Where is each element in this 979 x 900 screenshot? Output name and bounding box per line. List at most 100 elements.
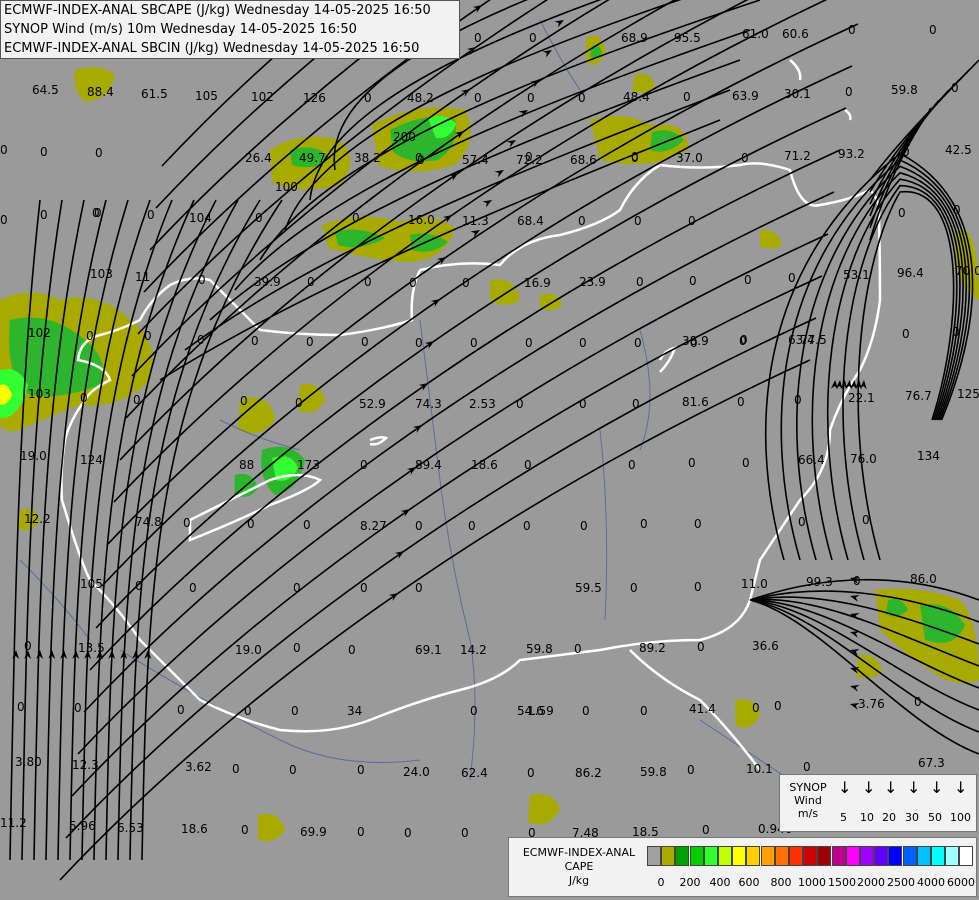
wind-legend: SYNOP Wind m/s ↓ ↓ ↓ ↓ ↓ ↓ 5 10 20 30 50… <box>779 774 977 832</box>
value-label: 0 <box>135 579 143 593</box>
value-label: 105 <box>195 89 218 103</box>
value-label: 0 <box>415 519 423 533</box>
cape-area <box>760 229 782 249</box>
streamline-arrow-icon <box>850 594 860 602</box>
map-canvas[interactable] <box>0 0 979 900</box>
cape-tick-label: 1000 <box>798 876 826 889</box>
value-label: 103 <box>28 387 51 401</box>
value-label: 96.4 <box>897 266 924 280</box>
wind-arrow-icon: ↓ <box>862 778 876 797</box>
value-label: 0 <box>929 23 937 37</box>
value-label: 68.9 <box>621 31 648 45</box>
cape-tick-label: 400 <box>709 876 731 889</box>
value-label: 0 <box>251 334 259 348</box>
value-label: 102 <box>28 326 51 340</box>
cape-tick-label: 0 <box>657 876 665 889</box>
value-label: 0 <box>628 458 636 472</box>
cape-color-swatch <box>718 846 732 866</box>
value-label: 0 <box>579 397 587 411</box>
wind-arrow-icon: ↓ <box>838 778 852 797</box>
wind-legend-value: 30 <box>905 811 919 824</box>
value-label: 11.3 <box>462 214 489 228</box>
streamline <box>796 165 968 561</box>
cape-tick-label: 6000 <box>947 876 975 889</box>
value-label: 0 <box>634 336 642 350</box>
value-label: 0 <box>470 704 478 718</box>
value-label: 0 <box>189 581 197 595</box>
value-label: 72.2 <box>516 153 543 167</box>
value-label: 42.5 <box>945 143 972 157</box>
cape-tick-label: 800 <box>770 876 792 889</box>
value-label: 69.9 <box>300 825 327 839</box>
value-label: 0 <box>741 151 749 165</box>
value-label: 0 <box>582 704 590 718</box>
streamline-arrow-icon <box>48 650 56 660</box>
value-label: 0 <box>524 458 532 472</box>
value-label: 24.0 <box>403 765 430 779</box>
value-label: 61.5 <box>141 87 168 101</box>
value-label: 81.6 <box>682 395 709 409</box>
value-label: 0 <box>293 581 301 595</box>
value-label: 0 <box>462 276 470 290</box>
value-label: 0 <box>527 766 535 780</box>
value-label: 0 <box>898 206 906 220</box>
value-label: 3.80 <box>15 755 42 769</box>
wind-legend-value: 20 <box>882 811 896 824</box>
value-label: 71.2 <box>784 149 811 163</box>
value-label: 124 <box>80 453 103 467</box>
cape-area <box>258 814 285 842</box>
map-view[interactable]: 35.50068.995.561.060.60064.588.461.51051… <box>0 0 979 900</box>
title-box: ECMWF-INDEX-ANAL SBCAPE (J/kg) Wednesday… <box>0 0 460 59</box>
value-label: 88.4 <box>87 85 114 99</box>
value-label: 3.76 <box>858 697 885 711</box>
value-label: 0 <box>468 519 476 533</box>
cape-color-swatch <box>774 846 789 866</box>
value-label: 0 <box>307 275 315 289</box>
value-label: 86.2 <box>575 766 602 780</box>
wind-arrow-icon: ↓ <box>954 778 968 797</box>
value-label: 88 <box>239 458 255 472</box>
value-label: 18.6 <box>471 458 498 472</box>
value-label: 3.62 <box>185 760 212 774</box>
value-label: 61.0 <box>742 27 769 41</box>
cape-color-swatch <box>746 846 761 866</box>
value-label: 11.2 <box>0 816 27 830</box>
streamline <box>119 0 749 461</box>
value-label: 0 <box>40 208 48 222</box>
value-label: 59.5 <box>575 581 602 595</box>
value-label: 0 <box>198 273 206 287</box>
value-label: 0 <box>86 329 94 343</box>
value-label: 11.0 <box>741 577 768 591</box>
value-label: 0 <box>17 700 25 714</box>
value-label: 64.5 <box>32 83 59 97</box>
streamline <box>83 191 835 713</box>
value-label: 13.5 <box>78 641 105 655</box>
value-label: 89.2 <box>639 641 666 655</box>
value-label: 0 <box>144 329 152 343</box>
value-label: 0 <box>697 640 705 654</box>
value-label: 0 <box>523 519 531 533</box>
value-label: 0 <box>291 704 299 718</box>
value-label: 0 <box>952 325 960 339</box>
value-label: 0 <box>364 91 372 105</box>
value-label: 0 <box>232 762 240 776</box>
wind-legend-value: 10 <box>860 811 874 824</box>
value-label: 30.1 <box>784 87 811 101</box>
title-sbcape: ECMWF-INDEX-ANAL SBCAPE (J/kg) Wednesday… <box>4 3 431 18</box>
value-label: 5.96 <box>69 819 96 833</box>
value-label: 0 <box>404 826 412 840</box>
value-label: 134 <box>917 449 940 463</box>
value-label: 89.4 <box>415 458 442 472</box>
value-label: 0 <box>247 517 255 531</box>
cape-color-swatch <box>732 846 747 866</box>
value-label: 93.2 <box>838 147 865 161</box>
value-label: 0 <box>752 701 760 715</box>
streamline-arrow-icon <box>830 380 838 390</box>
value-label: 26.4 <box>245 151 272 165</box>
value-label: 36.6 <box>752 639 779 653</box>
streamline <box>95 107 847 629</box>
title-synop-wind: SYNOP Wind (m/s) 10m Wednesday 14-05-202… <box>4 22 357 37</box>
wind-legend-label: SYNOP Wind m/s <box>789 781 827 820</box>
streamline <box>71 275 823 797</box>
value-label: 105 <box>80 577 103 591</box>
